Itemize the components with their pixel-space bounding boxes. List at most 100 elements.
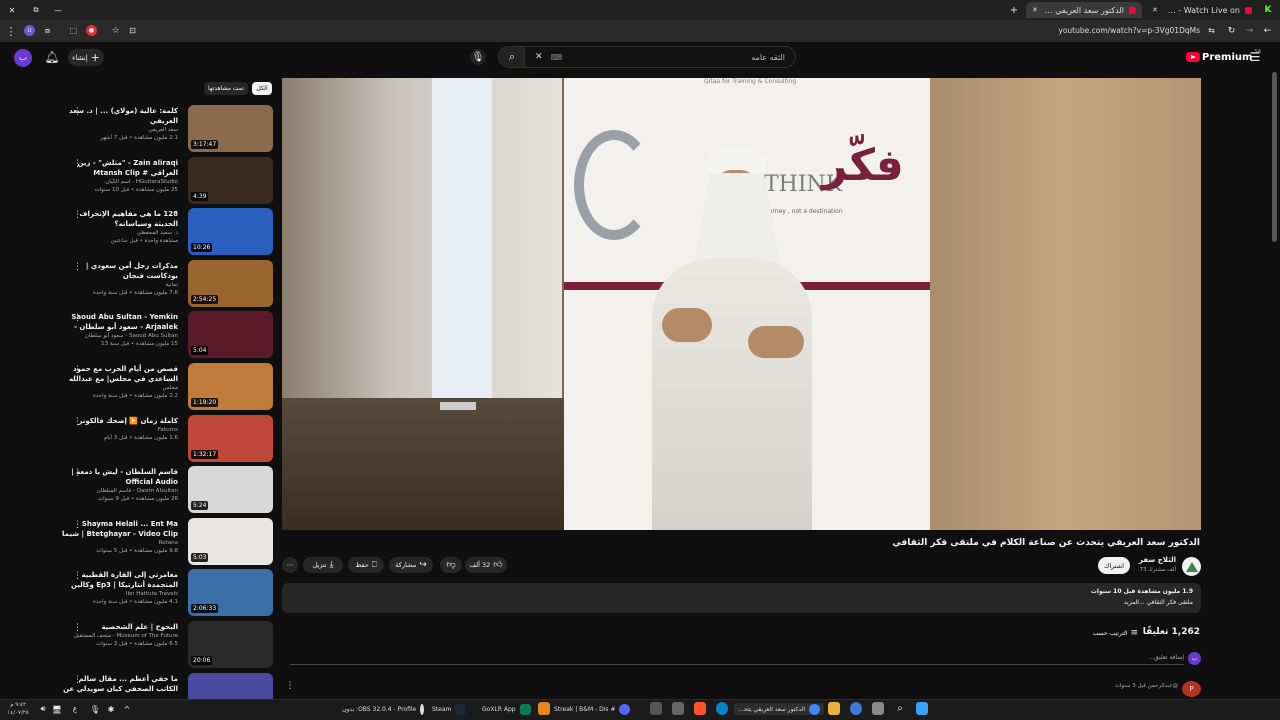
taskbar-steam[interactable]: Steam [432,703,478,715]
install-app-icon[interactable]: ⊡ [127,25,138,36]
calendar-app-icon[interactable] [672,702,684,715]
download-icon: ⤓ [329,560,334,570]
page-scrollbar[interactable] [1272,72,1277,242]
new-tab-icon[interactable]: + [1008,4,1020,16]
tray-overflow-icon[interactable]: ^ [122,703,132,715]
taskbar-clock[interactable]: ٩:٤٢ م ١٤/٠٧/٢٥ [4,701,32,719]
kick-extension-icon[interactable]: K [1262,4,1274,16]
puzzle-icon[interactable]: ⬚ [68,25,79,36]
recommendation-thumbnail[interactable]: 2:54:25 [188,260,273,307]
recommendation-thumbnail[interactable]: 3:17:47 [188,105,273,152]
profile-icon[interactable]: U [24,25,35,36]
recommendation-menu-icon[interactable]: ⋮ [73,520,82,530]
url-text[interactable]: youtube.com/watch?v=p-3Vg01DqMs [600,24,1200,38]
recommendation-thumbnail[interactable]: 5:24 [188,466,273,513]
file-explorer-icon[interactable] [828,702,840,715]
bookmark-star-icon[interactable]: ☆ [110,25,121,36]
clear-search-icon[interactable]: ✕ [535,52,543,62]
tab-video[interactable]: الدكتور سعد العريفي يتحدث ✕ [1026,2,1142,18]
recommendation-menu-icon[interactable]: ⋮ [73,262,82,272]
sort-icon: ≡ [1130,628,1138,638]
forward-icon[interactable]: → [1244,25,1255,36]
input-language[interactable]: ع [70,703,80,715]
taskbar-obs[interactable]: OBS 32.0.4 - Profile: بدون [342,703,425,715]
video-duration: 2:06:33 [191,604,219,613]
like-button[interactable]: 👍︎ 32 ألف [465,557,507,573]
share-button[interactable]: ↪ مشاركة [389,557,433,573]
window-minimize-icon[interactable]: — [52,4,64,16]
dislike-button[interactable]: 👎︎ [440,557,462,573]
recommendation-thumbnail[interactable]: 5:04 [188,311,273,358]
recommendation-thumbnail[interactable]: 2:06:33 [188,569,273,616]
video-player[interactable]: Qitaa for Training & Consulting THINK فك… [282,78,1201,530]
window-maximize-icon[interactable]: ⧉ [30,4,42,16]
tab-video-label: الدكتور سعد العريفي يتحدث [1042,5,1124,15]
vlc-app-icon[interactable] [538,702,550,715]
keyboard-icon[interactable]: ⌨ [551,53,563,62]
windows-start-icon[interactable] [916,702,928,715]
search-input[interactable]: الثقه عامه ⌨ ✕ [524,46,796,68]
recommendation-menu-icon[interactable]: ⋮ [73,571,82,581]
download-button[interactable]: ⤓ تنزيل [303,557,343,573]
record-extension-icon[interactable]: ● [86,25,97,36]
recommendation-menu-icon[interactable]: ⋮ [73,313,82,323]
tab-close-icon[interactable]: ✕ [1152,6,1158,14]
comment-count: 1,262 تعليقًا [1142,627,1200,637]
notifications-bell-icon[interactable]: 🔔︎ [44,49,60,65]
recommendation-thumbnail[interactable]: 5:03 [188,518,273,565]
edge-app-icon[interactable] [716,702,728,715]
brave-app-icon[interactable] [694,702,706,715]
taskbar-discord[interactable]: # Streak | B&M - Dis [554,703,640,715]
description-views: 1.9 مليون مشاهدة قبل 10 سنوات [1090,588,1193,595]
account-avatar[interactable]: ب [14,49,32,67]
recommendation-menu-icon[interactable]: ⋮ [73,623,82,633]
recommendation-menu-icon[interactable]: ⋮ [73,210,82,220]
recommendation-thumbnail[interactable]: 4:39 [188,157,273,204]
subscribe-button[interactable]: اشتراك [1098,557,1130,574]
taskbar-goxlr[interactable]: GoXLR App [482,703,532,715]
reload-icon[interactable]: ↻ [1226,25,1237,36]
tab-vbndr[interactable]: vBndr Stream - Watch Live on ✕ [1146,2,1258,18]
recommendation-menu-icon[interactable]: ⋮ [73,468,82,478]
tab-close-icon[interactable]: ✕ [1032,6,1038,14]
bluetooth-icon[interactable]: ✱ [106,703,116,715]
window-close-icon[interactable]: ✕ [6,4,18,16]
taskbar-youtube-window[interactable]: الدكتور سعد العريفي يتحدث [734,703,824,715]
recommendation-channel: Ibn Hattuta Travels [125,591,178,597]
menu-dots-icon[interactable]: ⋮ [6,25,17,38]
volume-icon[interactable]: 🔊︎ [38,703,48,715]
add-comment-input[interactable]: إضافة تعليق... [290,652,1184,665]
recommendation-thumbnail[interactable]: 10:26 [188,208,273,255]
browser-app-icon[interactable] [850,702,862,715]
save-button[interactable]: ⎕ حفظ [348,557,384,573]
recommendation-thumbnail[interactable]: 1:19:20 [188,363,273,410]
recommendation-menu-icon[interactable]: ⋮ [73,107,82,117]
recommendation-thumbnail[interactable]: 20:06 [188,621,273,668]
hamburger-menu-icon[interactable]: ☰ [1248,50,1262,64]
recommendation-menu-icon[interactable]: ⋮ [73,417,82,427]
chip-all[interactable]: الكل [252,82,272,95]
description-box[interactable]: 1.9 مليون مشاهدة قبل 10 سنوات ملتقى فكر … [282,583,1201,613]
comment-menu-dots-icon[interactable]: ⋮ [286,681,295,691]
channel-avatar[interactable] [1182,557,1201,576]
search-button[interactable]: ⌕ [498,46,526,68]
recommendation-thumbnail[interactable]: 1:32:17 [188,415,273,462]
sort-comments-button[interactable]: ≡ الترتيب حسب [1092,627,1138,639]
task-view-icon[interactable] [872,702,884,715]
chip-watched[interactable]: تمت مشاهدتها [204,82,248,95]
mic-tray-icon[interactable]: 🎙︎ [90,703,100,715]
sort-label: الترتيب حسب [1092,629,1128,637]
app-icon[interactable] [650,702,662,715]
site-settings-icon[interactable]: ⇆ [1206,25,1217,36]
recommendation-meta: 2.1 مليون مشاهدة • قبل 7 أشهر [100,135,178,141]
taskbar-search-icon[interactable]: ⌕ [894,702,906,715]
back-icon[interactable]: ← [1262,25,1273,36]
recommendation-menu-icon[interactable]: ⋮ [73,159,82,169]
more-actions-button[interactable]: ⋯ [282,557,298,573]
voice-search-mic-icon[interactable]: 🎙︎ [470,49,486,65]
recommendation-menu-icon[interactable]: ⋮ [73,365,82,375]
extension-icon[interactable]: ⧈ [42,25,53,36]
recommendation-menu-icon[interactable]: ⋮ [73,675,82,685]
network-icon[interactable]: 🖥︎ [52,703,62,715]
create-button[interactable]: + إنشاء [68,49,104,66]
